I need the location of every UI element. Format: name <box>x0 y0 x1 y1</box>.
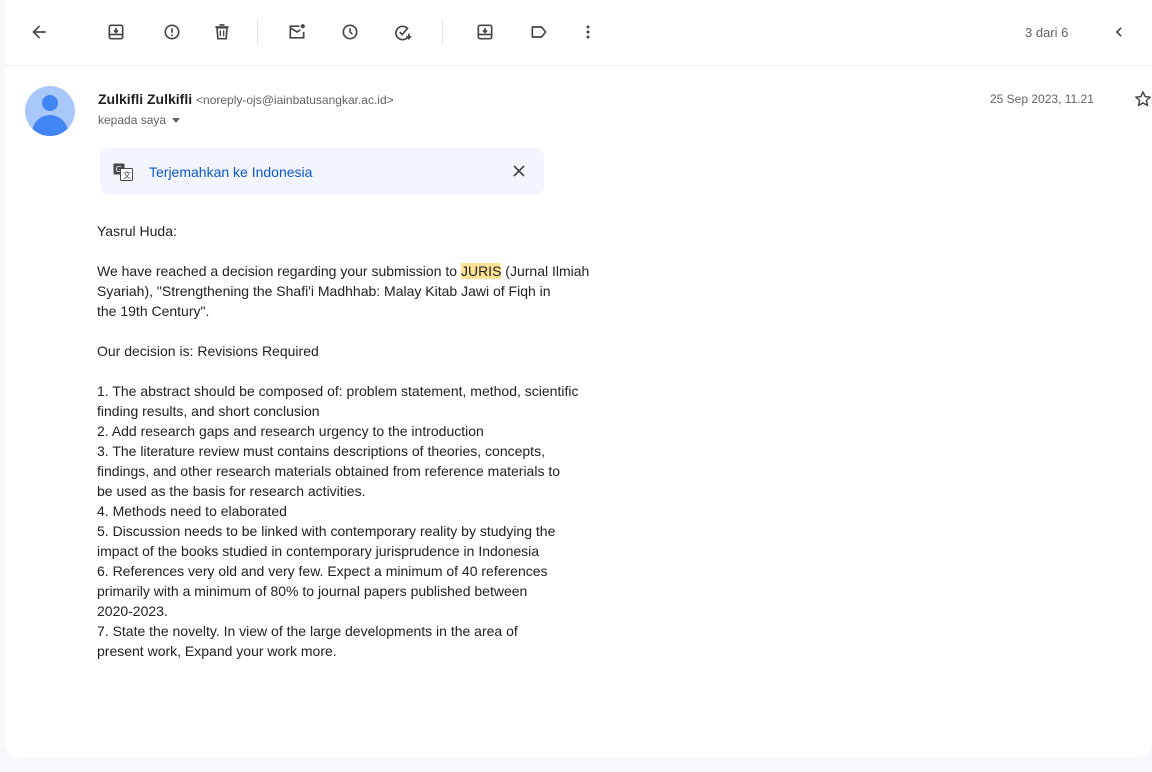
translate-bar: G 文 Terjemahkan ke Indonesia <box>100 148 544 195</box>
body-line: 3. The literature review must contains d… <box>97 443 545 459</box>
body-line: primarily with a minimum of 80% to journ… <box>97 583 528 599</box>
sender-name[interactable]: Zulkifli Zulkifli <box>98 91 192 107</box>
body-line: 4. Methods need to elaborated <box>97 503 287 519</box>
move-to-icon[interactable] <box>473 20 497 44</box>
body-line: impact of the books studied in contempor… <box>97 543 540 559</box>
sender-email: <noreply-ojs@iainbatusangkar.ac.id> <box>196 93 394 107</box>
report-spam-icon[interactable] <box>160 20 184 44</box>
body-line: Syariah), "Strengthening the Shafi'i Mad… <box>97 283 551 299</box>
body-line: present work, Expand your work more. <box>97 643 337 659</box>
prev-chevron-icon[interactable] <box>1107 20 1131 44</box>
body-line: 5. Discussion needs to be linked with co… <box>97 523 556 539</box>
avatar-head <box>42 95 58 111</box>
body-line: 1. The abstract should be composed of: p… <box>97 383 579 399</box>
body-text-segment: We have reached a decision regarding you… <box>97 263 461 279</box>
translate-icon: G 文 <box>113 163 133 181</box>
delete-icon[interactable] <box>210 20 234 44</box>
body-line: 6. References very old and very few. Exp… <box>97 563 548 579</box>
avatar[interactable] <box>25 86 75 136</box>
toolbar-divider <box>257 20 258 44</box>
email-card: 3 dari 6 Zulkifli Zulkifli <noreply-ojs@… <box>5 0 1152 758</box>
translate-link[interactable]: Terjemahkan ke Indonesia <box>149 164 312 180</box>
body-text-segment: (Jurnal Ilmiah <box>501 263 590 279</box>
body-line: 2020-2023. <box>97 603 168 619</box>
search-highlight: JURIS <box>460 263 502 279</box>
decision-line: Our decision is: Revisions Required <box>97 343 319 359</box>
archive-icon[interactable] <box>104 20 128 44</box>
snooze-icon[interactable] <box>338 20 362 44</box>
avatar-body <box>32 115 68 136</box>
message-toolbar: 3 dari 6 <box>5 0 1152 66</box>
message-body: Yasrul Huda: We have reached a decision … <box>97 221 697 661</box>
body-line: the 19th Century". <box>97 303 210 319</box>
caret-down-icon <box>172 117 181 123</box>
sender-line: Zulkifli Zulkifli <noreply-ojs@iainbatus… <box>98 91 394 107</box>
star-icon[interactable] <box>1133 89 1152 109</box>
pager-count: 3 dari 6 <box>1025 25 1069 40</box>
body-line: 7. State the novelty. In view of the lar… <box>97 623 518 639</box>
body-line: findings, and other research materials o… <box>97 463 561 479</box>
more-vert-icon[interactable] <box>576 20 600 44</box>
greeting: Yasrul Huda: <box>97 223 177 239</box>
label-icon[interactable] <box>527 20 551 44</box>
toolbar-divider <box>442 20 443 44</box>
body-paragraph: We have reached a decision regarding you… <box>97 261 697 281</box>
back-arrow-icon[interactable] <box>27 20 51 44</box>
recipient-label: kepada saya <box>98 113 167 127</box>
close-icon[interactable] <box>509 161 529 181</box>
svg-text:文: 文 <box>123 170 131 180</box>
body-line: finding results, and short conclusion <box>97 403 320 419</box>
recipient-details-toggle[interactable]: kepada saya <box>98 113 181 127</box>
message-date: 25 Sep 2023, 11.21 <box>990 92 1094 106</box>
add-to-tasks-icon[interactable] <box>391 20 415 44</box>
body-line: 2. Add research gaps and research urgenc… <box>97 423 484 439</box>
body-line: be used as the basis for research activi… <box>97 483 366 499</box>
mark-unread-icon[interactable] <box>285 20 309 44</box>
